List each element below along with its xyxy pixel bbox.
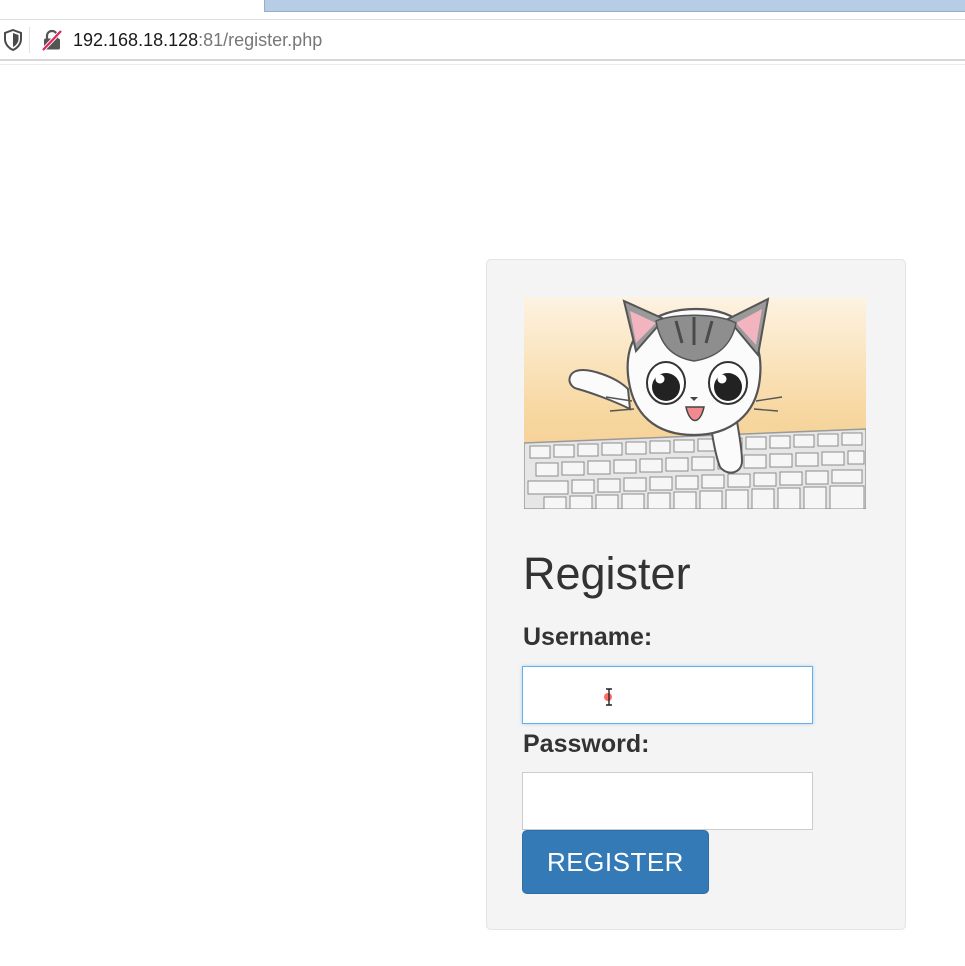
url-host: 192.168.18.128 <box>73 30 199 50</box>
password-input[interactable] <box>522 772 813 830</box>
text-cursor-icon <box>603 688 615 706</box>
address-bar[interactable]: 192.168.18.128:81/register.php <box>0 20 965 60</box>
register-button[interactable]: REGISTER <box>522 830 709 894</box>
toolbar-border <box>0 59 965 61</box>
insecure-lock-icon[interactable] <box>40 28 64 52</box>
page-title: Register <box>523 548 691 599</box>
kitten-keyboard-image <box>524 297 866 509</box>
url-path: :81/register.php <box>198 30 323 50</box>
browser-tab-strip <box>0 0 965 20</box>
content-border <box>0 64 965 65</box>
shield-icon[interactable] <box>3 28 23 52</box>
username-input[interactable] <box>522 666 813 724</box>
password-label: Password: <box>523 730 650 758</box>
username-label: Username: <box>523 623 653 651</box>
active-tab[interactable] <box>264 0 965 12</box>
toolbar-separator <box>29 27 30 53</box>
url-text[interactable]: 192.168.18.128:81/register.php <box>73 29 322 51</box>
